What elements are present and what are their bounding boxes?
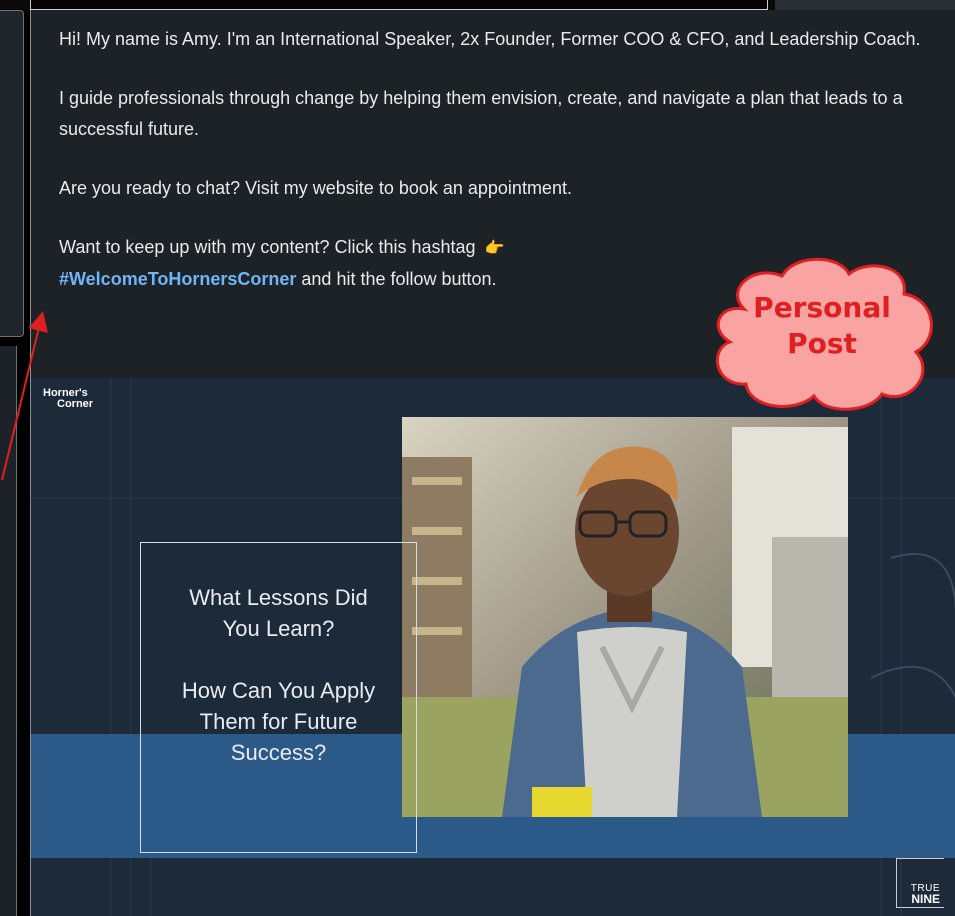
top-right-panel bbox=[775, 0, 955, 10]
linkedin-post: Hi! My name is Amy. I'm an International… bbox=[30, 10, 955, 916]
question-text: What Lessons Did You Learn? How Can You … bbox=[181, 585, 376, 765]
follow-text: Want to keep up with my content? Click t… bbox=[59, 237, 476, 257]
hashtag-link[interactable]: #WelcomeToHornersCorner bbox=[59, 269, 296, 289]
follow-suffix: and hit the follow button. bbox=[296, 269, 497, 289]
horners-corner-logo: Horner's Corner bbox=[43, 387, 94, 410]
post-paragraph: Are you ready to chat? Visit my website … bbox=[59, 178, 572, 198]
post-paragraph: I guide professionals through change by … bbox=[59, 88, 903, 139]
annotation-label: Personal Post bbox=[753, 291, 891, 360]
true-nine-logo: TRUE NINE bbox=[896, 858, 944, 908]
left-card bbox=[0, 10, 24, 337]
post-image[interactable]: Horner's Corner What Lessons Did You Lea… bbox=[31, 378, 955, 916]
previous-element-border bbox=[30, 0, 768, 10]
pointing-hand-icon: 👉 bbox=[484, 240, 505, 257]
student-photo bbox=[402, 417, 848, 817]
post-paragraph: Hi! My name is Amy. I'm an International… bbox=[59, 29, 921, 49]
left-panel bbox=[0, 346, 17, 916]
